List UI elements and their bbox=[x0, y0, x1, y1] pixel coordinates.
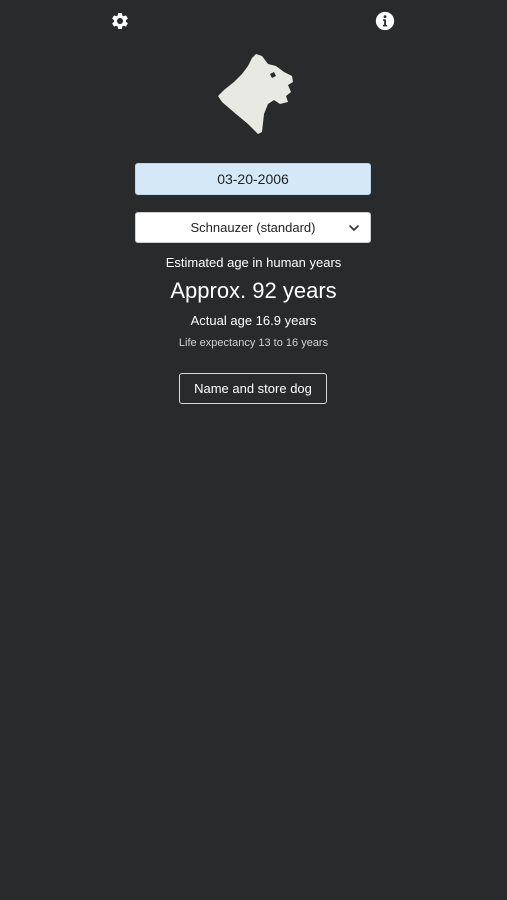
breed-select[interactable]: Schnauzer (standard) bbox=[135, 212, 371, 243]
gear-icon bbox=[112, 12, 128, 29]
birthdate-input[interactable]: 03-20-2006 bbox=[135, 163, 371, 195]
birthdate-value: 03-20-2006 bbox=[217, 171, 289, 187]
chevron-down-icon bbox=[348, 222, 360, 234]
schnauzer-head-icon bbox=[218, 54, 293, 134]
settings-button[interactable] bbox=[110, 11, 130, 31]
actual-age-text: Actual age 16.9 years bbox=[190, 313, 317, 328]
breed-selected-value: Schnauzer (standard) bbox=[190, 220, 316, 235]
human-age-value: Approx. 92 years bbox=[170, 278, 337, 303]
estimated-age-label: Estimated age in human years bbox=[165, 255, 342, 270]
name-and-store-dog-button[interactable]: Name and store dog bbox=[179, 373, 327, 404]
life-expectancy-text: Life expectancy 13 to 16 years bbox=[178, 337, 329, 349]
info-button[interactable] bbox=[375, 11, 395, 31]
app-screen: 03-20-2006 Schnauzer (standard) Estimate… bbox=[0, 0, 507, 900]
info-circle-icon bbox=[375, 11, 395, 31]
app-logo bbox=[214, 52, 294, 136]
